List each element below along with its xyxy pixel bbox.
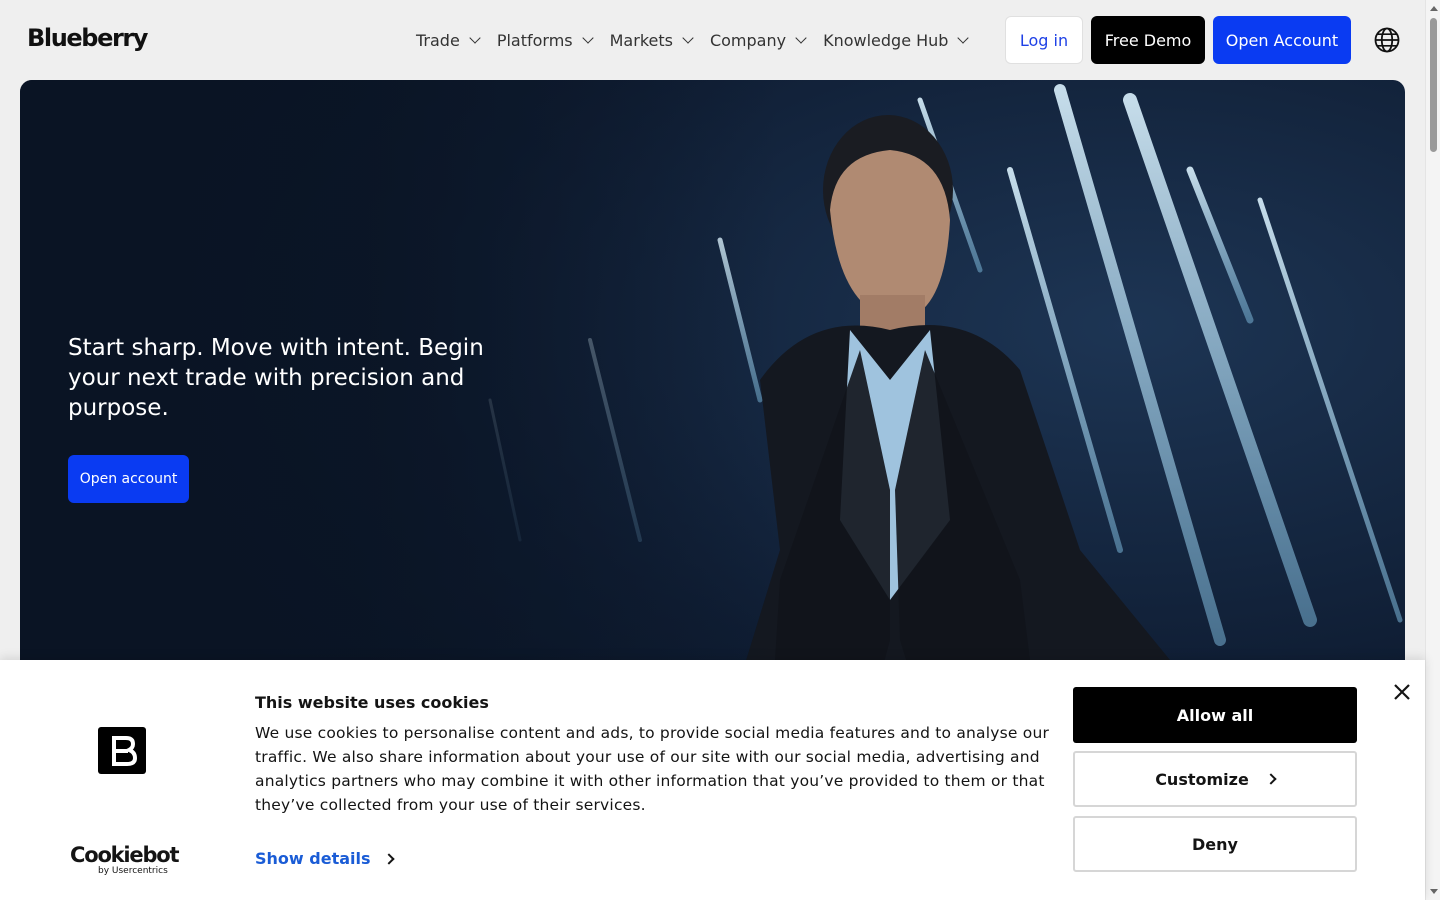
chevron-right-icon: [1265, 773, 1277, 785]
hero-headline: Start sharp. Move with intent. Begin you…: [68, 335, 484, 421]
nav-item-platforms[interactable]: Platforms: [496, 30, 594, 50]
show-details-link[interactable]: Show details: [255, 849, 395, 868]
cookie-title: This website uses cookies: [255, 693, 489, 712]
nav-item-label: Company: [709, 30, 787, 50]
page-scrollbar[interactable]: [1425, 0, 1440, 900]
nav-item-company[interactable]: Company: [709, 30, 807, 50]
chevron-down-icon: [795, 31, 807, 44]
chevron-down-icon: [957, 31, 970, 44]
free-demo-button[interactable]: Free Demo: [1091, 16, 1205, 64]
deny-button[interactable]: Deny: [1073, 816, 1357, 872]
site-header: Blueberry Trade Platforms Markets Compan…: [0, 0, 1425, 80]
open-account-button[interactable]: Open Account: [1213, 16, 1351, 64]
nav-item-trade[interactable]: Trade: [416, 30, 481, 50]
chevron-down-icon: [469, 31, 481, 44]
login-button[interactable]: Log in: [1005, 16, 1083, 64]
nav-item-label: Platforms: [496, 30, 573, 50]
hero-open-account-button[interactable]: Open account: [68, 455, 189, 503]
show-details-label: Show details: [255, 849, 371, 868]
cookiebot-sub: by Usercentrics: [98, 866, 168, 876]
globe-icon[interactable]: [1373, 26, 1401, 54]
nav-item-markets[interactable]: Markets: [609, 30, 694, 50]
scroll-down-arrow-icon[interactable]: [1430, 889, 1438, 894]
nav-item-label: Trade: [416, 30, 460, 50]
nav-item-label: Knowledge Hub: [823, 30, 949, 50]
brand-logo[interactable]: Blueberry: [27, 24, 148, 52]
scroll-thumb[interactable]: [1430, 18, 1437, 152]
nav-item-knowledge-hub[interactable]: Knowledge Hub: [823, 30, 970, 50]
cookie-description: We use cookies to personalise content an…: [255, 724, 1050, 814]
chevron-right-icon: [382, 852, 395, 865]
cookiebot-brand: Cookiebot: [70, 843, 180, 867]
allow-all-button[interactable]: Allow all: [1073, 687, 1357, 743]
nav-item-label: Markets: [609, 30, 673, 50]
cookiebot-logo: Cookiebot by Usercentrics: [70, 844, 180, 876]
scroll-up-arrow-icon[interactable]: [1430, 6, 1438, 11]
chevron-down-icon: [682, 31, 694, 44]
blueberry-b-logo-icon: [98, 727, 146, 774]
close-icon[interactable]: [1392, 682, 1412, 702]
chevron-down-icon: [581, 31, 594, 44]
main-nav: Trade Platforms Markets Company Knowledg…: [416, 28, 985, 52]
cookie-consent-banner: This website uses cookies We use cookies…: [0, 660, 1425, 900]
customize-label: Customize: [1155, 769, 1249, 789]
customize-button[interactable]: Customize: [1073, 751, 1357, 807]
